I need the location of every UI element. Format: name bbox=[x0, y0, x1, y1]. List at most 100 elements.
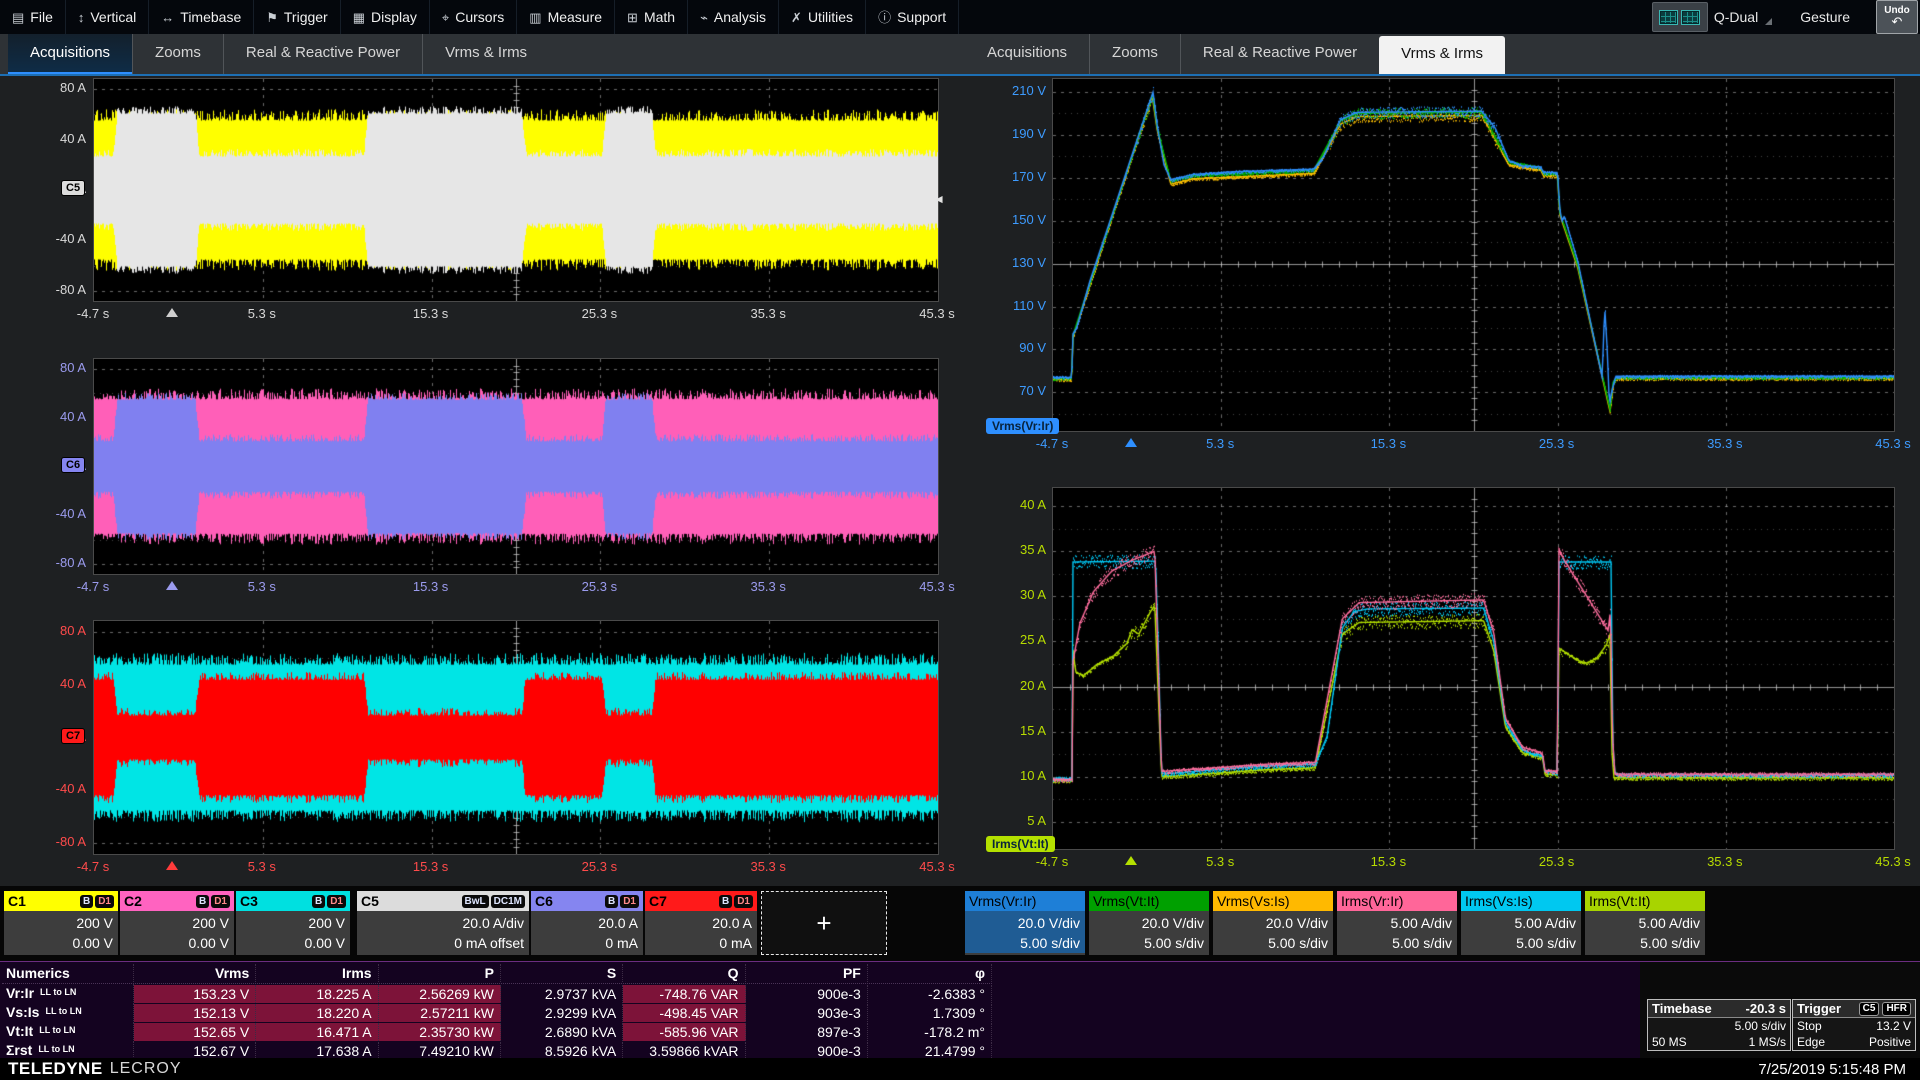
channel-descriptor-c7[interactable]: C7BD120.0 A0 mA bbox=[645, 891, 757, 955]
trend-vrms-plot[interactable] bbox=[1052, 78, 1895, 432]
channel-descriptor-c2[interactable]: C2BD1200 V0.00 V bbox=[120, 891, 234, 955]
menu-item-cursors[interactable]: ⌖Cursors bbox=[430, 0, 517, 34]
q-dual-button[interactable] bbox=[1652, 2, 1708, 32]
trend-descriptor-tag[interactable]: Vrms(Vr:Ir) bbox=[986, 418, 1059, 434]
q-dual-label[interactable]: Q-Dual bbox=[1714, 9, 1772, 25]
y-axis-label: 130 V bbox=[980, 255, 1046, 270]
tab-zooms[interactable]: Zooms bbox=[132, 34, 223, 76]
calculator-icon: ⊞ bbox=[627, 11, 638, 24]
channel-position-indicator-c7[interactable]: C7 bbox=[62, 729, 84, 743]
y-axis-label: 90 V bbox=[980, 340, 1046, 355]
trigger-slope: Positive bbox=[1869, 1034, 1911, 1050]
menu-item-measure[interactable]: ▥Measure bbox=[517, 0, 615, 34]
trigger-box[interactable]: Trigger C5 HFR Stop13.2 V EdgePositive bbox=[1792, 999, 1916, 1051]
y-axis-label: 25 A bbox=[980, 632, 1046, 647]
menu-item-file[interactable]: ▤File bbox=[0, 0, 66, 34]
function-descriptor-header: Vrms(Vt:It) bbox=[1089, 891, 1209, 911]
y-axis-label: 30 A bbox=[980, 587, 1046, 602]
menu-item-label: Utilities bbox=[808, 9, 853, 25]
undo-button[interactable]: Undo ↶ bbox=[1876, 0, 1918, 34]
channel-descriptor-header: C2BD1 bbox=[120, 891, 234, 911]
tab-vrms-irms[interactable]: Vrms & Irms bbox=[422, 34, 549, 76]
menu-item-timebase[interactable]: ↔Timebase bbox=[149, 0, 254, 34]
function-descriptor-1[interactable]: Vrms(Vt:It)20.0 V/div5.00 s/div bbox=[1089, 891, 1209, 955]
tab-acquisitions[interactable]: Acquisitions bbox=[965, 34, 1089, 76]
tab-group-right: AcquisitionsZoomsReal & Reactive PowerVr… bbox=[965, 34, 1505, 76]
bandwidth-badge: B bbox=[196, 895, 209, 908]
horizontal-arrows-icon: ↔ bbox=[161, 11, 174, 24]
function-name: Vrms(Vr:Ir) bbox=[969, 893, 1081, 909]
channel-descriptor-c6[interactable]: C6BD120.0 A0 mA bbox=[531, 891, 643, 955]
function-setting-value: 5.00 A/div bbox=[1466, 913, 1576, 933]
function-descriptor-header: Irms(Vr:Ir) bbox=[1337, 891, 1457, 911]
measurement-name[interactable]: Vr:IrLL to LN bbox=[2, 984, 134, 1004]
function-descriptor-3[interactable]: Irms(Vr:Ir)5.00 A/div5.00 s/div bbox=[1337, 891, 1457, 955]
timebase-box[interactable]: Timebase -20.3 s 5.00 s/div 50 MS1 MS/s bbox=[1647, 999, 1791, 1051]
measurement-wiring-label: LL to LN bbox=[38, 1044, 74, 1054]
x-axis-label: 5.3 s bbox=[227, 579, 297, 594]
channel-descriptor-c1[interactable]: C1BD1200 V0.00 V bbox=[4, 891, 118, 955]
menu-item-trigger[interactable]: ⚑Trigger bbox=[254, 0, 340, 34]
measurement-value: 152.13 V bbox=[134, 1004, 256, 1022]
trigger-coupling-badge: HFR bbox=[1882, 1002, 1911, 1016]
numerics-table[interactable]: NumericsVrmsIrmsPSQPFφVr:IrLL to LN153.2… bbox=[2, 963, 992, 1060]
measurement-name[interactable]: Vt:ItLL to LN bbox=[2, 1022, 134, 1042]
measurement-value: 21.4799 ° bbox=[868, 1042, 992, 1060]
measurement-label: Σrst bbox=[6, 1042, 32, 1058]
measurement-value: 17.638 A bbox=[256, 1042, 378, 1060]
channel-setting-value: 0.00 V bbox=[241, 933, 345, 953]
grid-c1c5-plot[interactable] bbox=[93, 78, 939, 302]
menu-item-math[interactable]: ⊞Math bbox=[615, 0, 688, 34]
measure-icon: ▥ bbox=[529, 11, 541, 24]
menu-item-utilities[interactable]: ✗Utilities bbox=[779, 0, 866, 34]
add-channel-button[interactable]: + bbox=[761, 891, 887, 955]
channel-setting-value: 200 V bbox=[125, 913, 229, 933]
channel-descriptor-c5[interactable]: C5BwLDC1M20.0 A/div0 mA offset bbox=[357, 891, 529, 955]
channel-descriptor-c3[interactable]: C3BD1200 V0.00 V bbox=[236, 891, 350, 955]
menu-item-display[interactable]: ▦Display bbox=[341, 0, 430, 34]
menu-item-support[interactable]: ⓘSupport bbox=[866, 0, 959, 34]
x-axis-label: 45.3 s bbox=[902, 579, 972, 594]
coupling-badge: D1 bbox=[95, 895, 114, 908]
tab-acquisitions[interactable]: Acquisitions bbox=[8, 34, 132, 76]
menu-item-vertical[interactable]: ↕Vertical bbox=[66, 0, 149, 34]
channel-name: C7 bbox=[649, 893, 717, 909]
function-descriptor-4[interactable]: Irms(Vs:Is)5.00 A/div5.00 s/div bbox=[1461, 891, 1581, 955]
trigger-type: Edge bbox=[1797, 1034, 1825, 1050]
trend-irms-plot[interactable] bbox=[1052, 487, 1895, 850]
function-name: Irms(Vt:It) bbox=[1589, 893, 1701, 909]
tab-real-reactive-power[interactable]: Real & Reactive Power bbox=[1180, 34, 1379, 76]
measurement-name[interactable]: Vs:IsLL to LN bbox=[2, 1003, 134, 1023]
x-axis-label: 45.3 s bbox=[1858, 854, 1920, 869]
x-axis-label: 5.3 s bbox=[227, 306, 297, 321]
menu-items: ▤File↕Vertical↔Timebase⚑Trigger▦Display⌖… bbox=[0, 0, 1652, 34]
x-axis-label: -4.7 s bbox=[58, 579, 128, 594]
measurement-value: 2.6890 kVA bbox=[501, 1023, 623, 1041]
tab-real-reactive-power[interactable]: Real & Reactive Power bbox=[223, 34, 422, 76]
grid-c3c7-plot[interactable] bbox=[93, 620, 939, 855]
measurement-value: -2.6383 ° bbox=[868, 985, 992, 1003]
bandwidth-badge: B bbox=[605, 895, 618, 908]
measurement-value: 152.65 V bbox=[134, 1023, 256, 1041]
x-axis-label: 5.3 s bbox=[1185, 436, 1255, 451]
menu-item-analysis[interactable]: ⌁Analysis bbox=[688, 0, 779, 34]
channel-position-indicator-c6[interactable]: C6 bbox=[62, 458, 84, 472]
timebase-delay: -20.3 s bbox=[1746, 1001, 1786, 1016]
channel-position-indicator-c5[interactable]: C5 bbox=[62, 181, 84, 195]
tab-vrms-irms[interactable]: Vrms & Irms bbox=[1379, 36, 1505, 76]
function-descriptor-5[interactable]: Irms(Vt:It)5.00 A/div5.00 s/div bbox=[1585, 891, 1705, 955]
grid-c2c6-plot[interactable] bbox=[93, 358, 939, 575]
gesture-button[interactable]: Gesture bbox=[1800, 9, 1850, 25]
channel-descriptor-header: C1BD1 bbox=[4, 891, 118, 911]
tab-zooms[interactable]: Zooms bbox=[1089, 34, 1180, 76]
menu-item-label: Support bbox=[897, 9, 946, 25]
trend-descriptor-tag[interactable]: Irms(Vt:It) bbox=[986, 836, 1055, 852]
y-axis-label: 110 V bbox=[980, 298, 1046, 313]
function-descriptor-0[interactable]: Vrms(Vr:Ir)20.0 V/div5.00 s/div bbox=[965, 891, 1085, 955]
table-row: Vs:IsLL to LN152.13 V18.220 A2.57211 kW2… bbox=[2, 1003, 992, 1022]
y-axis-label: -40 A bbox=[30, 231, 86, 246]
function-descriptor-2[interactable]: Vrms(Vs:Is)20.0 V/div5.00 s/div bbox=[1213, 891, 1333, 955]
measurement-value: 18.220 A bbox=[256, 1004, 378, 1022]
measurement-value: 152.67 V bbox=[134, 1042, 256, 1060]
channel-setting-value: 20.0 A bbox=[650, 913, 752, 933]
